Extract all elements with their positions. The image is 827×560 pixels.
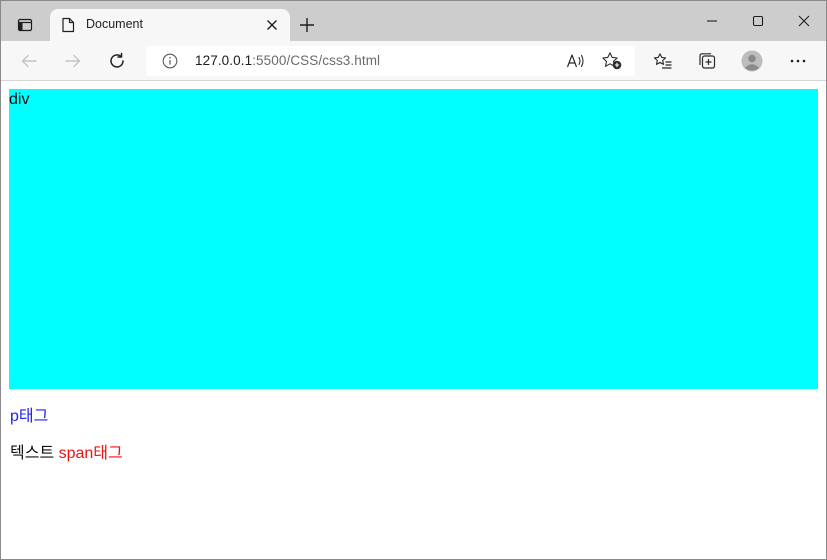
back-button[interactable]: [13, 45, 45, 77]
tab-title: Document: [86, 17, 143, 31]
minimize-button[interactable]: [689, 5, 735, 37]
cyan-div-block: div: [9, 89, 818, 389]
tab-actions-icon: [17, 17, 33, 33]
profile-button[interactable]: [736, 45, 768, 77]
maximize-icon: [752, 15, 764, 27]
url-path: :5500/CSS/css3.html: [252, 53, 381, 68]
favorites-button[interactable]: [647, 45, 679, 77]
favorites-list-icon: [653, 53, 672, 69]
text-line: 텍스트 span태그: [10, 444, 123, 464]
new-tab-button[interactable]: [294, 12, 320, 38]
url-host: 127.0.0.1: [195, 53, 253, 68]
close-icon: [267, 20, 277, 30]
star-plus-icon[interactable]: [601, 51, 623, 71]
read-aloud-icon[interactable]: [566, 52, 586, 70]
arrow-left-icon: [21, 54, 37, 68]
collections-icon: [699, 53, 716, 69]
url-text[interactable]: 127.0.0.1:5500/CSS/css3.html: [195, 53, 380, 68]
maximize-button[interactable]: [735, 5, 781, 37]
tab-strip: Document: [1, 1, 826, 41]
navigation-toolbar: 127.0.0.1:5500/CSS/css3.html: [1, 41, 826, 81]
address-bar[interactable]: 127.0.0.1:5500/CSS/css3.html: [146, 46, 635, 76]
collections-button[interactable]: [691, 45, 723, 77]
browser-window: Document 127.0.0.1:5500/CSS/css3.html di…: [0, 0, 827, 560]
more-options-button[interactable]: [782, 45, 814, 77]
plus-icon: [300, 18, 314, 32]
page-viewport: div p태그 텍스트 span태그: [1, 81, 826, 559]
more-horizontal-icon: [790, 59, 806, 63]
info-icon[interactable]: [162, 53, 178, 69]
reload-button[interactable]: [101, 45, 133, 77]
forward-button[interactable]: [57, 45, 89, 77]
tab-document[interactable]: Document: [50, 9, 290, 41]
span-tag-text: span태그: [58, 445, 123, 462]
plain-text: 텍스트: [10, 445, 59, 462]
close-window-button[interactable]: [781, 5, 826, 37]
document-icon: [61, 17, 75, 33]
div-text: div: [9, 91, 30, 108]
p-tag-text: p태그: [10, 408, 49, 425]
minimize-icon: [707, 20, 717, 22]
tab-close-button[interactable]: [264, 17, 280, 33]
arrow-right-icon: [65, 54, 81, 68]
tab-actions-button[interactable]: [9, 9, 41, 41]
profile-avatar-icon: [741, 50, 763, 72]
refresh-icon: [110, 52, 124, 68]
close-icon: [798, 15, 810, 27]
